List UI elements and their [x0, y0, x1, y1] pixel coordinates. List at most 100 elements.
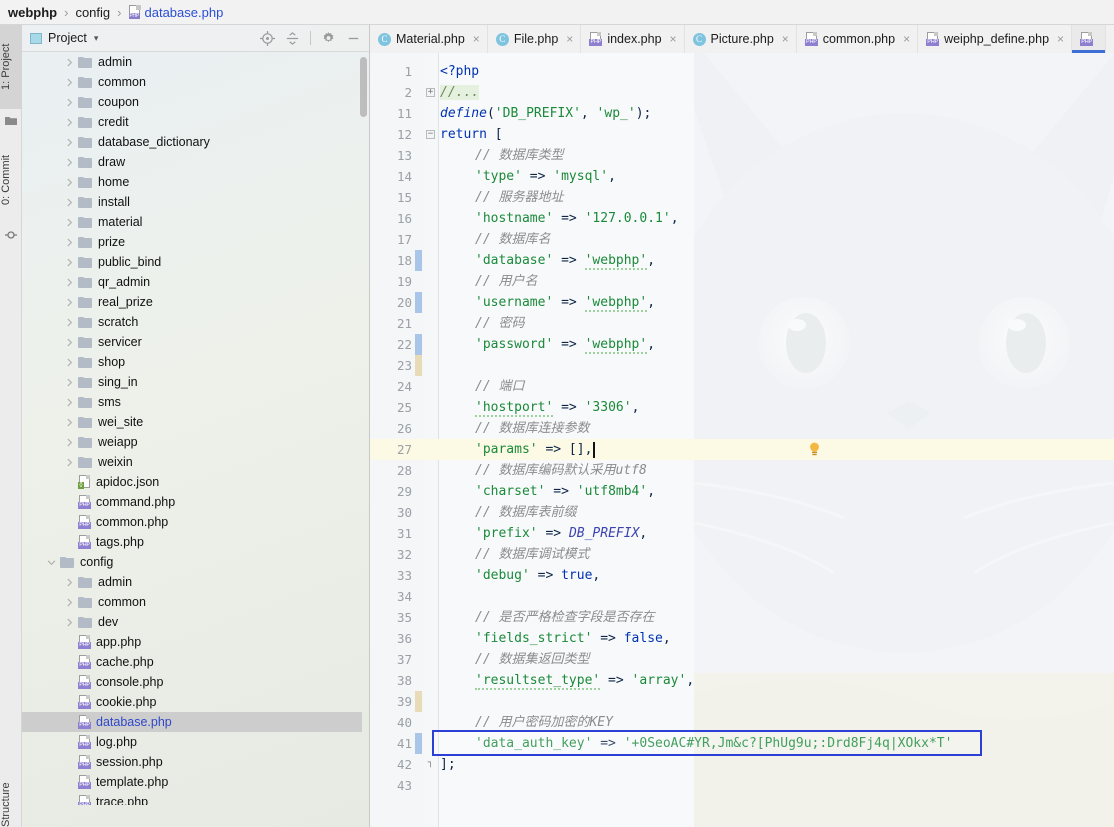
code-line[interactable]: <?php [440, 61, 479, 82]
sidebar-item-commit[interactable]: 0: Commit [0, 137, 22, 223]
code-line[interactable]: 'debug' => true, [475, 565, 600, 586]
select-opened-file-icon[interactable] [260, 30, 275, 46]
code-line[interactable]: 'resultset_type' => 'array', [475, 670, 694, 691]
editor-tab[interactable]: PHP weiphp_define.php × [918, 25, 1073, 53]
gutter-change-marker[interactable] [415, 334, 422, 355]
code-line[interactable]: 'hostport' => '3306', [475, 397, 639, 418]
close-icon[interactable]: × [782, 32, 789, 46]
code-line[interactable]: // 数据库类型 [475, 145, 563, 166]
tree-item[interactable]: scratch [22, 312, 362, 332]
close-icon[interactable]: × [473, 32, 480, 46]
gutter-change-marker[interactable] [415, 355, 422, 376]
tree-item[interactable]: wei_site [22, 412, 362, 432]
code-line[interactable]: 'database' => 'webphp', [475, 250, 655, 271]
tree-item[interactable]: material [22, 212, 362, 232]
tree-item[interactable]: prize [22, 232, 362, 252]
tree-item[interactable]: sms [22, 392, 362, 412]
close-icon[interactable]: × [566, 32, 573, 46]
editor-tab[interactable]: PHP index.php × [581, 25, 685, 53]
gutter-change-marker[interactable] [415, 691, 422, 712]
code-line[interactable]: // 服务器地址 [475, 187, 563, 208]
tree-item[interactable]: PHP app.php [22, 632, 362, 652]
project-panel-scrollbar[interactable] [360, 57, 367, 117]
tree-item[interactable]: common [22, 72, 362, 92]
tree-item-selected[interactable]: PHP database.php [22, 712, 362, 732]
code-line[interactable]: // 数据库连接参数 [475, 418, 589, 439]
tree-item[interactable]: config [22, 552, 362, 572]
editor-tab-active[interactable]: PHP [1072, 25, 1107, 53]
tree-item[interactable]: weixin [22, 452, 362, 472]
code-line[interactable]: 'username' => 'webphp', [475, 292, 655, 313]
tree-item[interactable]: draw [22, 152, 362, 172]
tree-item[interactable]: admin [22, 52, 362, 72]
sidebar-item-project[interactable]: 1: Project [0, 25, 22, 109]
editor-tab[interactable]: C Picture.php × [685, 25, 797, 53]
project-file-tree[interactable]: admin common coupon credit database_dictiona… [22, 52, 362, 805]
breadcrumb-file[interactable]: database.php [145, 5, 224, 20]
code-line[interactable]: 'prefix' => DB_PREFIX, [475, 523, 647, 544]
code-line[interactable]: 'hostname' => '127.0.0.1', [475, 208, 679, 229]
code-line[interactable]: // 数据库表前缀 [475, 502, 576, 523]
fold-collapse-icon[interactable]: − [426, 130, 435, 139]
tree-item[interactable]: common [22, 592, 362, 612]
breadcrumb-folder[interactable]: config [75, 5, 110, 20]
code-line[interactable]: // 数据库名 [475, 229, 550, 250]
tree-item[interactable]: qr_admin [22, 272, 362, 292]
tree-item[interactable]: PHP tags.php [22, 532, 362, 552]
tree-item[interactable]: PHP console.php [22, 672, 362, 692]
close-icon[interactable]: × [670, 32, 677, 46]
tree-item[interactable]: {} apidoc.json [22, 472, 362, 492]
code-content[interactable]: 1 <?php 2 + //... 11 define('DB_PREFIX', 'wp_'… [370, 53, 1114, 827]
sidebar-item-structure[interactable]: Structure [0, 770, 22, 827]
tree-item[interactable]: servicer [22, 332, 362, 352]
tree-item[interactable]: weiapp [22, 432, 362, 452]
code-line[interactable]: 'charset' => 'utf8mb4', [475, 481, 655, 502]
editor-tab[interactable]: PHP common.php × [797, 25, 919, 53]
code-line[interactable]: // 数据集返回类型 [475, 649, 589, 670]
minimize-icon[interactable] [346, 31, 361, 46]
editor-canvas[interactable]: 1 <?php 2 + //... 11 define('DB_PREFIX', 'wp_'… [370, 53, 1114, 827]
tree-item[interactable]: dev [22, 612, 362, 632]
code-line[interactable]: // 数据库编码默认采用utf8 [475, 460, 647, 481]
tree-item[interactable]: PHP session.php [22, 752, 362, 772]
tree-item[interactable]: PHP trace.php [22, 792, 362, 805]
tree-item[interactable]: PHP template.php [22, 772, 362, 792]
code-line[interactable]: 'params' => [], [475, 439, 592, 460]
gear-icon[interactable] [321, 31, 336, 46]
code-line[interactable]: 'fields_strict' => false, [475, 628, 671, 649]
code-line[interactable]: define('DB_PREFIX', 'wp_'); [440, 103, 651, 124]
code-line[interactable]: 'type' => 'mysql', [475, 166, 616, 187]
fold-end-icon[interactable]: ┐ [426, 759, 435, 769]
intention-bulb-icon[interactable] [808, 442, 821, 457]
code-line[interactable]: return [ [440, 124, 503, 145]
code-line[interactable]: // 密码 [475, 313, 524, 334]
tree-item[interactable]: public_bind [22, 252, 362, 272]
close-icon[interactable]: × [903, 32, 910, 46]
tree-item[interactable]: PHP log.php [22, 732, 362, 752]
code-line[interactable]: // 是否严格检查字段是否存在 [475, 607, 654, 628]
chevron-down-icon[interactable]: ▾ [94, 33, 99, 44]
tree-item[interactable]: PHP cookie.php [22, 692, 362, 712]
code-line[interactable]: // 端口 [475, 376, 524, 397]
code-line[interactable]: //... [440, 82, 480, 103]
code-line[interactable]: // 用户名 [475, 271, 537, 292]
fold-expand-icon[interactable]: + [426, 88, 435, 97]
project-panel-title-group[interactable]: Project ▾ [30, 31, 98, 45]
tree-item[interactable]: database_dictionary [22, 132, 362, 152]
code-line[interactable]: ]; [440, 754, 456, 775]
tree-item[interactable]: PHP cache.php [22, 652, 362, 672]
tree-item[interactable]: shop [22, 352, 362, 372]
tree-item[interactable]: PHP common.php [22, 512, 362, 532]
tree-item[interactable]: admin [22, 572, 362, 592]
close-icon[interactable]: × [1057, 32, 1064, 46]
tree-item[interactable]: sing_in [22, 372, 362, 392]
tree-item[interactable]: credit [22, 112, 362, 132]
code-line[interactable]: 'password' => 'webphp', [475, 334, 655, 355]
editor-tab[interactable]: C Material.php × [370, 25, 488, 53]
tree-item[interactable]: home [22, 172, 362, 192]
collapse-all-icon[interactable] [285, 31, 300, 46]
code-line[interactable]: // 数据库调试模式 [475, 544, 589, 565]
tree-item[interactable]: PHP command.php [22, 492, 362, 512]
editor-tab[interactable]: C File.php × [488, 25, 582, 53]
gutter-change-marker[interactable] [415, 250, 422, 271]
